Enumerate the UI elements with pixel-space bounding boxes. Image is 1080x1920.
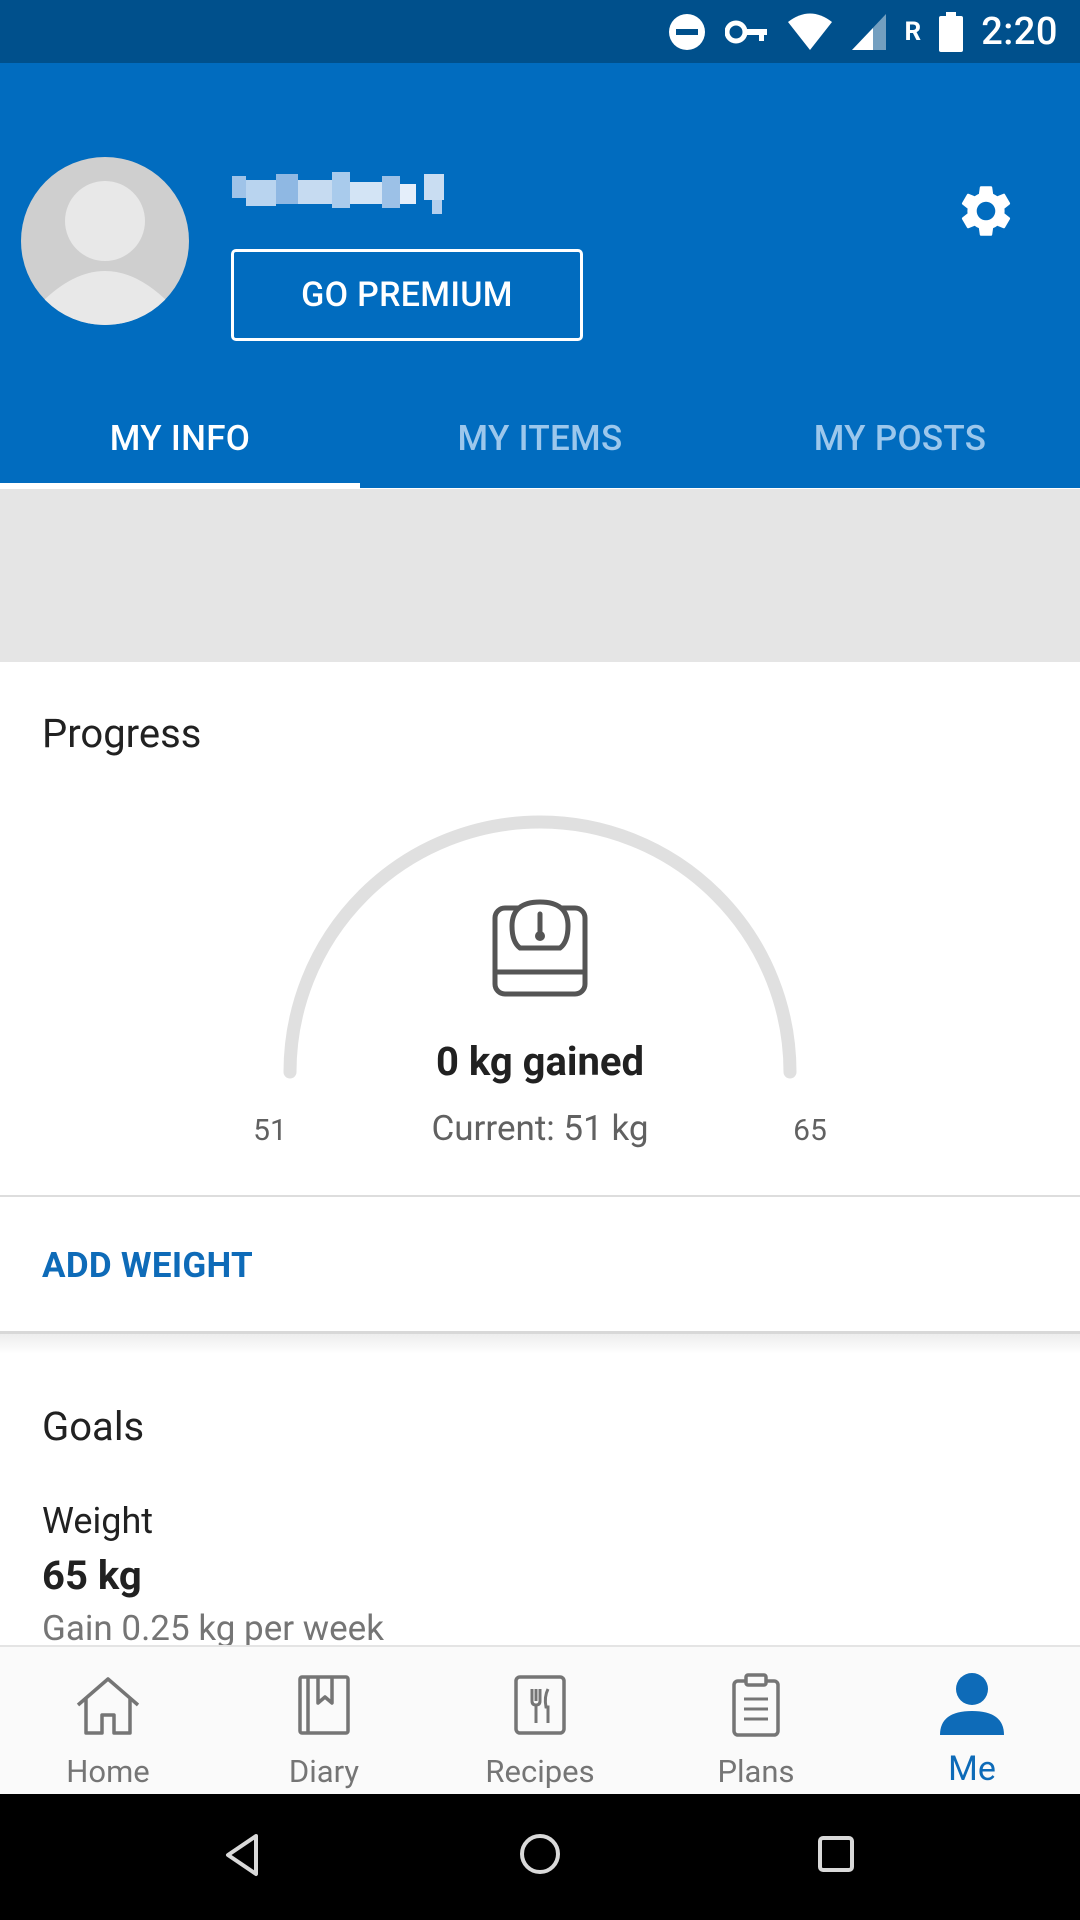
recents-icon[interactable] (816, 1834, 856, 1874)
roaming-indicator: R (904, 16, 922, 47)
nav-plans[interactable]: Plans (648, 1647, 864, 1796)
goal-weight-value: 65 kg (42, 1552, 142, 1599)
status-bar: R 2:20 (0, 0, 1080, 63)
status-time: 2:20 (981, 9, 1058, 54)
nav-home[interactable]: Home (0, 1647, 216, 1796)
add-weight-button[interactable]: ADD WEIGHT (42, 1245, 253, 1286)
do-not-disturb-icon (668, 13, 705, 50)
back-icon[interactable] (222, 1832, 262, 1878)
nav-me[interactable]: Me (864, 1647, 1080, 1796)
gauge-start-label: 51 (253, 1113, 287, 1148)
card-shadow (0, 1334, 1080, 1354)
goals-title: Goals (42, 1403, 145, 1450)
person-icon (940, 1673, 1004, 1735)
nav-home-label: Home (66, 1753, 150, 1790)
tab-my-items[interactable]: MY ITEMS (360, 388, 720, 488)
gauge-goal-label: 65 (793, 1113, 827, 1148)
nav-me-label: Me (948, 1749, 996, 1789)
weight-scale-icon (492, 899, 588, 997)
recipes-icon (514, 1675, 566, 1735)
divider (0, 1195, 1080, 1197)
nav-plans-label: Plans (717, 1753, 795, 1790)
nav-recipes-label: Recipes (485, 1753, 595, 1790)
active-tab-indicator (0, 483, 360, 488)
progress-title: Progress (42, 710, 202, 757)
nav-diary-label: Diary (288, 1753, 360, 1790)
goal-weight-rate: Gain 0.25 kg per week (42, 1608, 384, 1649)
signal-icon (851, 13, 886, 50)
nav-diary[interactable]: Diary (216, 1647, 432, 1796)
bottom-navigation: Home Diary Recipes Plans Me (0, 1645, 1080, 1796)
banner-placeholder (0, 489, 1080, 662)
wifi-icon (787, 13, 832, 50)
diary-icon (298, 1675, 350, 1735)
default-avatar-icon (41, 181, 169, 325)
tab-my-posts[interactable]: MY POSTS (720, 388, 1080, 488)
tab-my-info[interactable]: MY INFO (0, 388, 360, 488)
avatar[interactable] (21, 157, 189, 325)
battery-icon (939, 11, 964, 52)
home-icon (76, 1677, 140, 1735)
current-weight-text: Current: 51 kg (431, 1108, 649, 1149)
system-navigation-bar (0, 1794, 1080, 1920)
go-premium-button[interactable]: GO PREMIUM (231, 249, 583, 341)
goal-weight-label: Weight (42, 1500, 154, 1542)
vpn-key-icon (724, 20, 767, 43)
plans-icon (732, 1673, 780, 1737)
username-redacted (232, 172, 444, 214)
home-circle-icon[interactable] (518, 1832, 562, 1876)
settings-gear-icon[interactable] (955, 180, 1017, 242)
weight-gained-text: 0 kg gained (435, 1038, 645, 1085)
nav-recipes[interactable]: Recipes (432, 1647, 648, 1796)
